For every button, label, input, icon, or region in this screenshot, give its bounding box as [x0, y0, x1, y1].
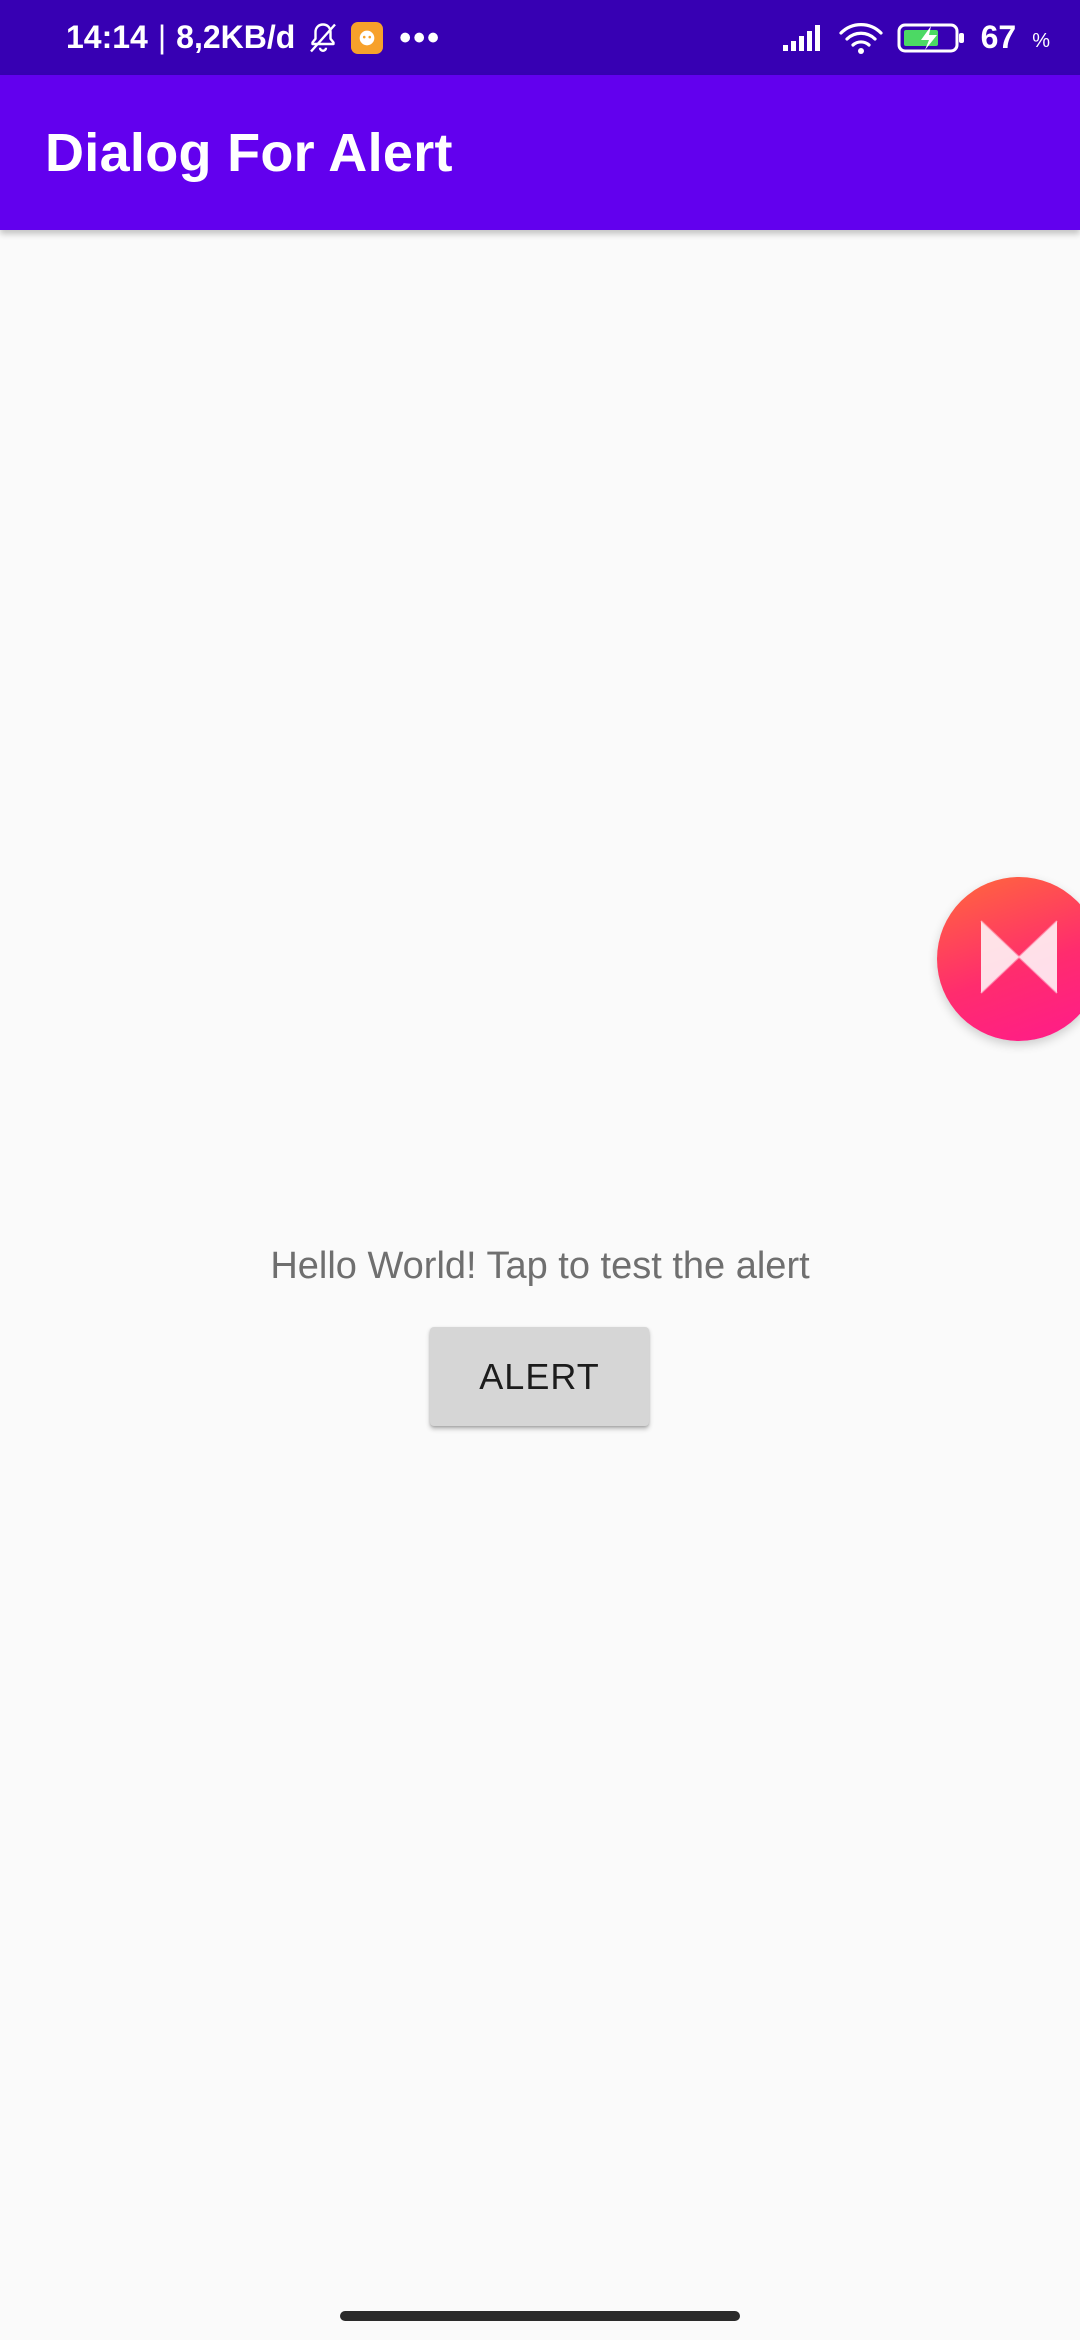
- gesture-nav-handle[interactable]: [340, 2311, 740, 2321]
- battery-charging-icon: [897, 21, 967, 55]
- alert-button[interactable]: ALERT: [430, 1327, 649, 1426]
- network-speed: 8,2KB/d: [176, 19, 296, 55]
- bell-off-icon: [305, 20, 341, 56]
- wifi-icon: [839, 21, 883, 55]
- app-notification-icon: [351, 21, 384, 54]
- battery-percent-sign: %: [1032, 30, 1050, 52]
- signal-icon: [781, 23, 825, 53]
- overflow-dots-icon: •••: [399, 18, 442, 57]
- app-bar: Dialog For Alert: [0, 75, 1080, 230]
- status-left: 14:14 | 8,2KB/d •••: [66, 0, 441, 75]
- alert-button-label: ALERT: [479, 1355, 600, 1397]
- music-player-bubble-icon: [973, 911, 1065, 1008]
- battery-percent: 67: [980, 19, 1017, 55]
- hello-message: Hello World! Tap to test the alert: [270, 1245, 810, 1287]
- status-time: 14:14: [66, 19, 148, 55]
- floating-music-bubble[interactable]: [937, 877, 1080, 1041]
- status-separator: |: [157, 19, 167, 55]
- screen: 14:14 | 8,2KB/d ••• 67 % Dialog For Aler…: [0, 0, 1080, 2340]
- status-right: 67%: [781, 0, 1050, 75]
- app-title: Dialog For Alert: [45, 122, 453, 183]
- status-bar: 14:14 | 8,2KB/d ••• 67 %: [0, 0, 1080, 75]
